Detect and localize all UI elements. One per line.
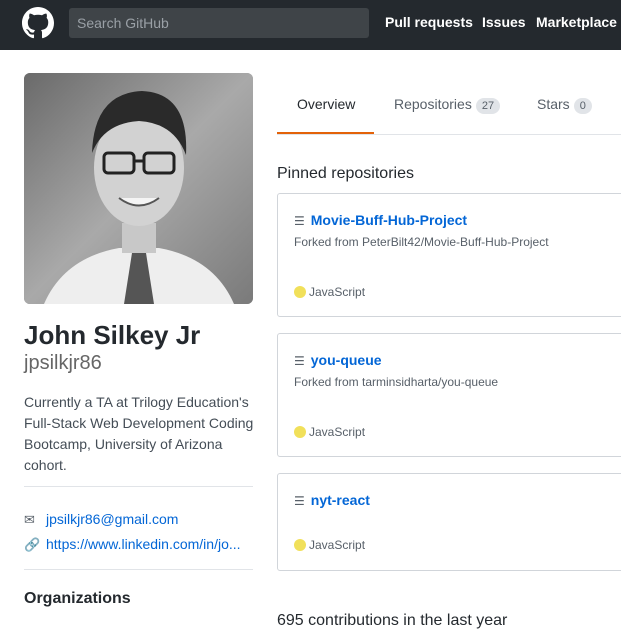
language-label: JavaScript <box>309 538 366 552</box>
pinned-repositories-heading: Pinned repositories <box>277 165 414 182</box>
language-label: JavaScript <box>309 425 366 439</box>
language-label: JavaScript <box>309 285 366 299</box>
tab-repositories[interactable]: Repositories 27 <box>394 96 501 114</box>
pinned-repo-card: ☰ nyt-react JavaScript <box>277 473 621 571</box>
pinned-repo-card: ☰ you-queue Forked from tarminsidharta/yo… <box>277 333 621 457</box>
repo-link[interactable]: Movie-Buff-Hub-Project <box>311 212 467 228</box>
nav-marketplace[interactable]: Marketplace <box>536 14 617 30</box>
repositories-count-badge: 27 <box>475 98 501 114</box>
github-logo-icon[interactable] <box>22 7 54 39</box>
tab-overview[interactable]: Overview <box>297 96 355 112</box>
divider <box>24 486 253 487</box>
top-navigation-bar: Search GitHub Pull requests Issues Marke… <box>0 0 621 50</box>
profile-bio: Currently a TA at Trilogy Education's Fu… <box>24 394 254 473</box>
forked-from-text: Forked from PeterBilt42/Movie-Buff-Hub-P… <box>294 235 549 249</box>
forked-from-text: Forked from tarminsidharta/you-queue <box>294 375 499 389</box>
search-input[interactable]: Search GitHub <box>69 8 369 38</box>
nav-issues[interactable]: Issues <box>482 14 526 30</box>
stars-count-badge: 0 <box>573 98 592 114</box>
repo-icon: ☰ <box>294 494 305 508</box>
website-row[interactable]: 🔗 https://www.linkedin.com/in/jo... <box>24 536 253 553</box>
language-color-dot <box>294 286 306 298</box>
email-link[interactable]: jpsilkjr86@gmail.com <box>46 511 178 527</box>
link-icon: 🔗 <box>24 537 41 552</box>
repo-link[interactable]: you-queue <box>311 352 382 368</box>
website-link[interactable]: https://www.linkedin.com/in/jo... <box>46 536 241 552</box>
tab-label: Stars <box>537 96 570 112</box>
avatar[interactable] <box>24 73 253 304</box>
divider <box>24 569 253 570</box>
email-row[interactable]: ✉ jpsilkjr86@gmail.com <box>24 511 253 528</box>
organizations-heading: Organizations <box>24 590 131 607</box>
repo-icon: ☰ <box>294 354 305 368</box>
repo-language: JavaScript <box>294 425 365 439</box>
language-color-dot <box>294 539 306 551</box>
repo-link[interactable]: nyt-react <box>311 492 370 508</box>
profile-username: jpsilkjr86 <box>24 352 102 374</box>
repo-language: JavaScript <box>294 285 365 299</box>
tab-label: Overview <box>297 96 356 112</box>
repo-language: JavaScript <box>294 538 365 552</box>
mail-icon: ✉ <box>24 512 35 527</box>
repo-icon: ☰ <box>294 214 305 228</box>
language-color-dot <box>294 426 306 438</box>
tabs-divider <box>277 134 621 135</box>
pinned-repo-card: ☰ Movie-Buff-Hub-Project Forked from Pete… <box>277 193 621 317</box>
profile-full-name: John Silkey Jr <box>24 320 201 350</box>
tab-label: Repositories <box>394 96 472 112</box>
contributions-heading: 695 contributions in the last year <box>277 612 508 629</box>
nav-pull-requests[interactable]: Pull requests <box>385 14 473 30</box>
tab-stars[interactable]: Stars 0 <box>537 96 592 114</box>
